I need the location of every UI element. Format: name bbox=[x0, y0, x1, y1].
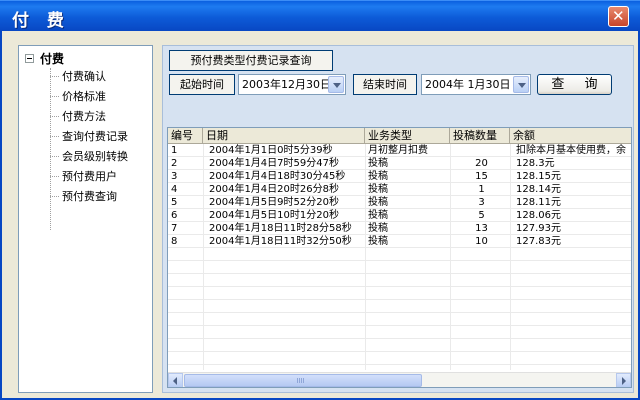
cell-balance: 128.15元 bbox=[516, 171, 561, 182]
close-button[interactable]: ✕ bbox=[608, 6, 629, 27]
column-header-count[interactable]: 投稿数量 bbox=[450, 128, 510, 144]
end-time-label: 结束时间 bbox=[353, 74, 417, 95]
cell-date: 2004年1月5日9时52分20秒 bbox=[209, 197, 339, 208]
cell-balance: 127.83元 bbox=[516, 236, 561, 247]
cell-date: 2004年1月4日20时26分8秒 bbox=[209, 184, 339, 195]
start-time-label: 起始时间 bbox=[169, 74, 235, 95]
table-body: 1 2004年1月1日0时5分39秒 月初整月扣费 扣除本月基本使用费，余 2 … bbox=[168, 144, 631, 370]
tree-item-label: 会员级别转换 bbox=[62, 150, 128, 163]
cell-type: 投稿 bbox=[368, 184, 388, 195]
start-date-select[interactable]: 2003年12月30日 bbox=[238, 74, 346, 95]
cell-count: 15 bbox=[475, 171, 488, 182]
cell-balance: 扣除本月基本使用费，余 bbox=[516, 145, 626, 156]
title-bar[interactable]: 付 费 ✕ bbox=[0, 0, 640, 31]
table-row[interactable]: 1 2004年1月1日0时5分39秒 月初整月扣费 扣除本月基本使用费，余 bbox=[168, 144, 631, 157]
column-header-balance[interactable]: 余额 bbox=[510, 128, 631, 144]
chevron-down-icon[interactable] bbox=[513, 76, 529, 93]
query-panel: 预付费类型付费记录查询 起始时间 2003年12月30日 结束时间 2004年 … bbox=[162, 45, 634, 393]
cell-date: 2004年1月1日0时5分39秒 bbox=[209, 145, 333, 156]
tree-item-label: 预付费查询 bbox=[62, 190, 117, 203]
cell-count: 10 bbox=[475, 236, 488, 247]
cell-id: 1 bbox=[171, 145, 178, 156]
cell-count bbox=[450, 144, 510, 157]
cell-id: 2 bbox=[171, 158, 178, 169]
tree-item-label: 查询付费记录 bbox=[62, 130, 128, 143]
tree-item-label: 预付费用户 bbox=[62, 170, 117, 183]
tree-item-label: 价格标准 bbox=[62, 90, 106, 103]
tree-item-payment-confirm[interactable]: 付费确认 bbox=[50, 68, 106, 84]
cell-count: 5 bbox=[478, 210, 485, 221]
cell-count: 13 bbox=[475, 223, 488, 234]
table-row[interactable]: 2 2004年1月4日7时59分47秒 投稿 20 128.3元 bbox=[168, 157, 631, 170]
tree-item-payment-method[interactable]: 付费方法 bbox=[50, 108, 106, 124]
cell-date: 2004年1月4日18时30分45秒 bbox=[209, 171, 346, 182]
cell-balance: 128.11元 bbox=[516, 197, 561, 208]
cell-id: 6 bbox=[171, 210, 178, 221]
records-table: 编号 日期 业务类型 投稿数量 余额 1 2004年1月1日0时5分39秒 月初… bbox=[167, 127, 632, 388]
cell-balance: 127.93元 bbox=[516, 223, 561, 234]
cell-balance: 128.14元 bbox=[516, 184, 561, 195]
table-row[interactable]: 5 2004年1月5日9时52分20秒 投稿 3 128.11元 bbox=[168, 196, 631, 209]
tree-item-level-convert[interactable]: 会员级别转换 bbox=[50, 148, 128, 164]
prepaid-record-query-button[interactable]: 预付费类型付费记录查询 bbox=[169, 50, 333, 71]
column-header-date[interactable]: 日期 bbox=[203, 128, 365, 144]
table-row[interactable]: 7 2004年1月18日11时28分58秒 投稿 13 127.93元 bbox=[168, 222, 631, 235]
cell-id: 7 bbox=[171, 223, 178, 234]
tree-item-price-standard[interactable]: 价格标准 bbox=[50, 88, 106, 104]
window-body: 付费 付费确认 价格标准 付费方法 查询付费记录 会员级别转换 预付费用户 预付… bbox=[0, 31, 640, 400]
tree-item-label: 付费确认 bbox=[62, 70, 106, 83]
horizontal-scrollbar[interactable] bbox=[168, 372, 631, 387]
start-date-value: 2003年12月30日 bbox=[242, 78, 331, 91]
cell-type: 投稿 bbox=[368, 197, 388, 208]
cell-type: 投稿 bbox=[368, 210, 388, 221]
search-button[interactable]: 查 询 bbox=[537, 74, 612, 95]
cell-id: 3 bbox=[171, 171, 178, 182]
tree-item-prepaid-query[interactable]: 预付费查询 bbox=[50, 188, 117, 204]
cell-type: 投稿 bbox=[368, 223, 388, 234]
cell-balance: 128.3元 bbox=[516, 158, 555, 169]
collapse-icon[interactable] bbox=[25, 53, 34, 63]
table-row[interactable]: 8 2004年1月18日11时32分50秒 投稿 10 127.83元 bbox=[168, 235, 631, 248]
close-icon: ✕ bbox=[612, 7, 625, 25]
scroll-thumb[interactable] bbox=[184, 374, 422, 387]
tree-item-label: 付费方法 bbox=[62, 110, 106, 123]
window-title: 付 费 bbox=[12, 11, 70, 31]
cell-date: 2004年1月18日11时28分58秒 bbox=[209, 223, 352, 234]
cell-count: 3 bbox=[478, 197, 485, 208]
table-row[interactable]: 6 2004年1月5日10时1分20秒 投稿 5 128.06元 bbox=[168, 209, 631, 222]
nav-tree: 付费 付费确认 价格标准 付费方法 查询付费记录 会员级别转换 预付费用户 预付… bbox=[18, 45, 153, 393]
chevron-down-icon[interactable] bbox=[328, 76, 344, 93]
cell-type: 月初整月扣费 bbox=[368, 145, 428, 156]
scroll-right-icon[interactable] bbox=[616, 373, 631, 387]
column-header-type[interactable]: 业务类型 bbox=[365, 128, 450, 144]
column-header-id[interactable]: 编号 bbox=[168, 128, 203, 144]
cell-date: 2004年1月18日11时32分50秒 bbox=[209, 236, 352, 247]
cell-count: 20 bbox=[475, 158, 488, 169]
cell-balance: 128.06元 bbox=[516, 210, 561, 221]
scroll-left-icon[interactable] bbox=[168, 373, 183, 387]
cell-count: 1 bbox=[478, 184, 485, 195]
cell-id: 4 bbox=[171, 184, 178, 195]
cell-type: 投稿 bbox=[368, 171, 388, 182]
cell-id: 8 bbox=[171, 236, 178, 247]
cell-date: 2004年1月5日10时1分20秒 bbox=[209, 210, 339, 221]
cell-id: 5 bbox=[171, 197, 178, 208]
cell-type: 投稿 bbox=[368, 158, 388, 169]
tree-root-label: 付费 bbox=[40, 51, 65, 66]
end-date-value: 2004年 1月30日 bbox=[425, 78, 511, 91]
tree-root[interactable]: 付费 bbox=[25, 50, 64, 66]
table-header: 编号 日期 业务类型 投稿数量 余额 bbox=[168, 128, 631, 144]
tree-item-prepaid-users[interactable]: 预付费用户 bbox=[50, 168, 117, 184]
cell-date: 2004年1月4日7时59分47秒 bbox=[209, 158, 339, 169]
table-row[interactable]: 4 2004年1月4日20时26分8秒 投稿 1 128.14元 bbox=[168, 183, 631, 196]
tree-item-query-records[interactable]: 查询付费记录 bbox=[50, 128, 128, 144]
cell-type: 投稿 bbox=[368, 236, 388, 247]
end-date-select[interactable]: 2004年 1月30日 bbox=[421, 74, 531, 95]
table-row[interactable]: 3 2004年1月4日18时30分45秒 投稿 15 128.15元 bbox=[168, 170, 631, 183]
